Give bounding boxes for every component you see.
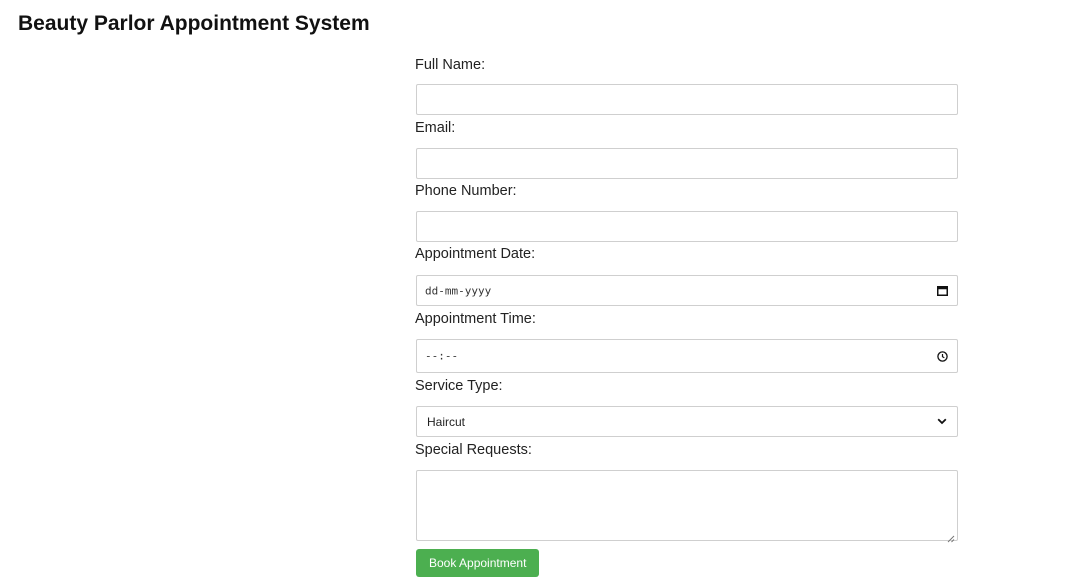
chevron-down-icon[interactable] — [936, 416, 948, 428]
page-title: Beauty Parlor Appointment System — [18, 12, 370, 35]
time-value: --:-- — [425, 349, 459, 363]
calendar-icon[interactable] — [936, 285, 948, 297]
time-input[interactable]: --:-- — [416, 339, 958, 373]
date-value: dd-mm-yyyy — [425, 284, 492, 297]
service-label: Service Type: — [415, 378, 503, 394]
book-appointment-button[interactable]: Book Appointment — [416, 549, 540, 577]
special-requests-textarea[interactable] — [416, 470, 958, 543]
full-name-label: Full Name: — [415, 57, 486, 73]
email-input[interactable] — [416, 148, 958, 179]
date-label: Appointment Date: — [415, 246, 536, 262]
service-select[interactable]: Haircut — [416, 406, 958, 437]
email-label: Email: — [415, 120, 456, 136]
service-selected-value: Haircut — [427, 414, 466, 429]
full-name-input[interactable] — [416, 84, 958, 115]
phone-label: Phone Number: — [415, 183, 517, 199]
resize-grip-icon[interactable] — [947, 530, 955, 543]
clock-icon[interactable] — [936, 350, 948, 362]
requests-label: Special Requests: — [415, 442, 532, 458]
phone-input[interactable] — [416, 211, 958, 242]
time-label: Appointment Time: — [415, 311, 536, 327]
date-input[interactable]: dd-mm-yyyy — [416, 275, 958, 306]
